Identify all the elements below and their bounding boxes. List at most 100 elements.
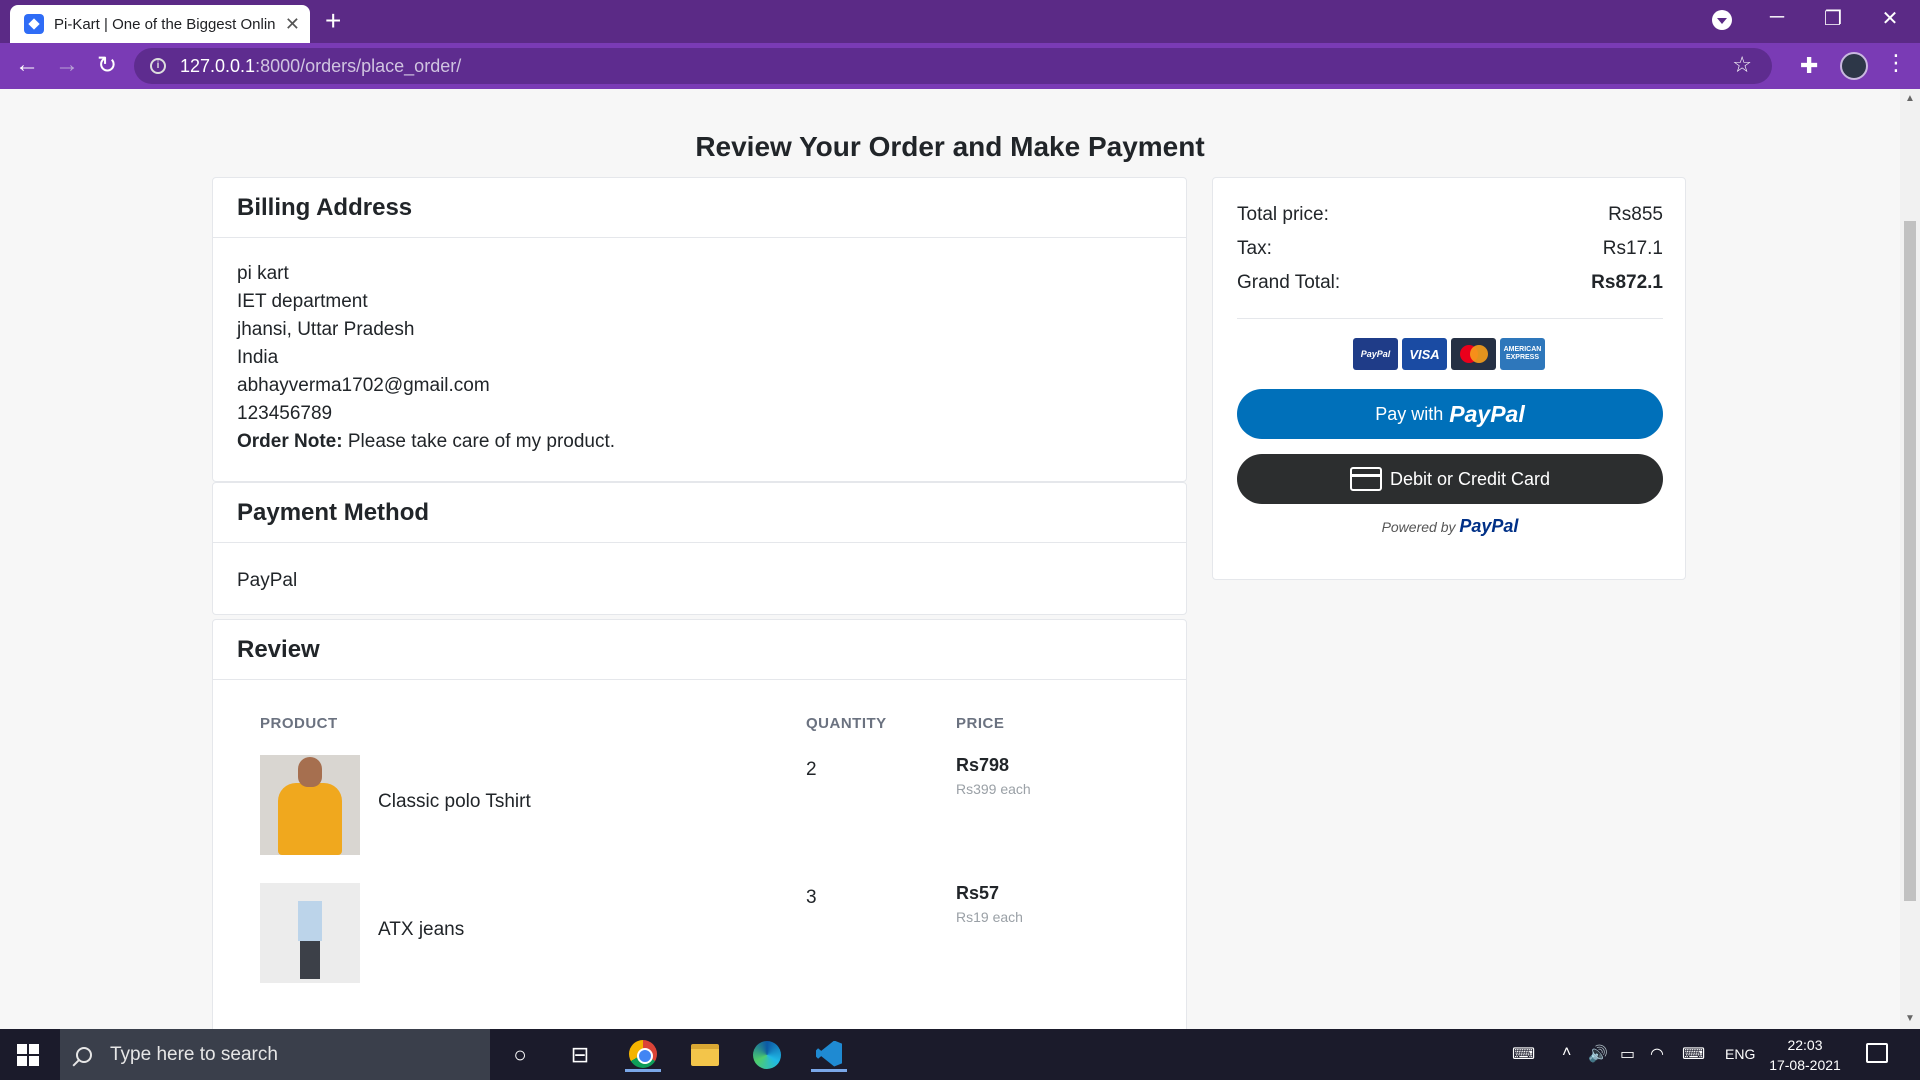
wifi-icon[interactable]: ◠ <box>1650 1044 1664 1064</box>
language-indicator[interactable]: ENG <box>1725 1046 1755 1062</box>
extensions-icon[interactable]: ✚ <box>1800 53 1818 79</box>
close-window-icon[interactable]: ✕ <box>1870 6 1910 31</box>
review-card: Review PRODUCT QUANTITY PRICE Classic po… <box>212 619 1187 1029</box>
billing-address-header: Billing Address <box>213 178 1186 238</box>
notifications-icon[interactable] <box>1866 1043 1888 1063</box>
taskbar-search-placeholder: Type here to search <box>110 1043 278 1065</box>
chrome-taskbar-icon[interactable] <box>625 1038 661 1072</box>
page-title: Review Your Order and Make Payment <box>695 131 1205 162</box>
volume-icon[interactable]: 🔊 <box>1588 1044 1608 1064</box>
minimize-icon[interactable]: ─ <box>1757 6 1797 29</box>
order-summary-card: Total price: Rs855 Tax: Rs17.1 Grand Tot… <box>1212 177 1686 580</box>
product-quantity: 2 <box>806 759 817 780</box>
product-quantity: 3 <box>806 887 817 908</box>
column-product: PRODUCT <box>260 715 338 732</box>
edge-icon[interactable] <box>749 1038 785 1072</box>
grand-total-label: Grand Total: <box>1237 272 1341 293</box>
order-note-label: Order Note: <box>237 431 343 452</box>
product-name[interactable]: Classic polo Tshirt <box>378 791 531 813</box>
url-host: 127.0.0.1 <box>180 55 256 76</box>
tab-search-icon[interactable] <box>1712 10 1732 30</box>
tax-label: Tax: <box>1237 238 1272 259</box>
tab-close-icon[interactable]: ✕ <box>285 14 300 35</box>
battery-icon[interactable]: ▭ <box>1620 1044 1635 1064</box>
tax-value: Rs17.1 <box>1602 238 1663 259</box>
task-view-icon[interactable]: ⊟ <box>562 1038 598 1072</box>
address-bar[interactable]: i 127.0.0.1 :8000/orders/place_order/ ☆ <box>134 48 1772 84</box>
table-row: Classic polo Tshirt 2 Rs798 Rs399 each <box>260 755 1150 855</box>
credit-card-icon <box>1349 467 1382 491</box>
site-info-icon[interactable]: i <box>150 58 166 74</box>
product-name[interactable]: ATX jeans <box>378 919 464 941</box>
back-icon[interactable]: ← <box>12 51 42 79</box>
paypal-logo-icon: PayPal <box>1353 338 1398 370</box>
grand-total-value: Rs872.1 <box>1591 272 1663 293</box>
mastercard-logo-icon <box>1451 338 1496 370</box>
windows-taskbar: Type here to search ○ ⊟ ⌨ ˄ 🔊 ▭ ◠ ⌨ ENG … <box>0 1029 1920 1080</box>
restore-icon[interactable]: ❐ <box>1813 6 1853 31</box>
summary-divider <box>1237 318 1663 319</box>
url-path: :8000/orders/place_order/ <box>255 55 462 76</box>
product-image[interactable] <box>260 755 360 855</box>
forward-icon[interactable]: → <box>52 51 82 79</box>
payment-method-header: Payment Method <box>213 483 1186 543</box>
windows-start-icon[interactable] <box>17 1044 39 1066</box>
paypal-button-brand: PayPal <box>1449 400 1525 427</box>
show-hidden-icons-icon[interactable]: ˄ <box>1562 1044 1571 1062</box>
cortana-icon[interactable]: ○ <box>502 1038 538 1072</box>
billing-phone: 123456789 <box>237 403 333 424</box>
new-tab-button[interactable]: + <box>325 6 341 36</box>
debit-credit-card-button[interactable]: Debit or Credit Card <box>1237 454 1663 504</box>
billing-city-state: jhansi, Uttar Pradesh <box>237 319 415 340</box>
powered-by-label: Powered by <box>1381 519 1456 535</box>
product-price: Rs57 <box>956 883 1000 903</box>
powered-by-paypal: Powered by PayPal <box>1237 516 1663 537</box>
column-price: PRICE <box>956 715 1005 732</box>
amex-logo-icon: AMERICAN EXPRESS <box>1500 338 1545 370</box>
browser-tab[interactable]: Pi-Kart | One of the Biggest Onlin ✕ <box>10 5 310 43</box>
page-content: Review Your Order and Make Payment Billi… <box>0 89 1900 1029</box>
billing-address-card: Billing Address pi kart IET department j… <box>212 177 1187 482</box>
billing-name: pi kart <box>237 263 289 284</box>
card-button-label: Debit or Credit Card <box>1389 468 1551 489</box>
reload-icon[interactable]: ↻ <box>92 51 122 80</box>
tab-title: Pi-Kart | One of the Biggest Onlin <box>54 15 276 33</box>
scroll-thumb[interactable] <box>1904 221 1916 901</box>
pay-with-paypal-button[interactable]: Pay with PayPal <box>1237 389 1663 439</box>
browser-menu-icon[interactable]: ⋮ <box>1885 50 1907 76</box>
table-row: ATX jeans 3 Rs57 Rs19 each <box>260 883 1150 983</box>
total-price-row: Total price: Rs855 <box>1237 204 1663 226</box>
touch-keyboard-icon[interactable]: ⌨ <box>1682 1044 1705 1064</box>
scroll-down-icon[interactable]: ▼ <box>1905 1013 1915 1024</box>
billing-email: abhayverma1702@gmail.com <box>237 375 490 396</box>
product-price: Rs798 <box>956 755 1010 775</box>
payment-logos: PayPal VISA AMERICAN EXPRESS <box>1353 338 1545 370</box>
product-unit-price: Rs399 each <box>956 781 1031 797</box>
scroll-up-icon[interactable]: ▲ <box>1905 93 1915 104</box>
order-note-text: Please take care of my product. <box>347 431 616 452</box>
file-explorer-icon[interactable] <box>687 1038 723 1072</box>
bookmark-star-icon[interactable]: ☆ <box>1732 52 1752 78</box>
taskbar-search-box[interactable]: Type here to search <box>60 1029 490 1080</box>
browser-titlebar: Pi-Kart | One of the Biggest Onlin ✕ + ─… <box>0 0 1920 43</box>
vscode-icon[interactable] <box>811 1038 847 1072</box>
clock-time: 22:03 <box>1787 1037 1823 1053</box>
payment-method-value: PayPal <box>237 570 298 591</box>
profile-avatar[interactable] <box>1840 52 1868 80</box>
page-scrollbar[interactable]: ▲ ▼ <box>1900 89 1920 1029</box>
billing-address-line: IET department <box>237 291 368 312</box>
paypal-button-label: Pay with <box>1375 403 1444 424</box>
column-quantity: QUANTITY <box>806 715 887 732</box>
visa-logo-icon: VISA <box>1402 338 1447 370</box>
total-price-label: Total price: <box>1237 204 1329 225</box>
clock-date: 17-08-2021 <box>1769 1057 1841 1073</box>
browser-toolbar: ← → ↻ i 127.0.0.1 :8000/orders/place_ord… <box>0 43 1920 89</box>
tax-row: Tax: Rs17.1 <box>1237 238 1663 260</box>
grand-total-row: Grand Total: Rs872.1 <box>1237 272 1663 294</box>
order-note: Order Note: Please take care of my produ… <box>237 428 1162 456</box>
keyboard-layout-icon[interactable]: ⌨ <box>1512 1044 1535 1064</box>
product-image[interactable] <box>260 883 360 983</box>
search-icon <box>76 1046 92 1063</box>
taskbar-clock[interactable]: 22:03 17-08-2021 <box>1760 1035 1850 1075</box>
site-favicon-icon <box>24 14 44 34</box>
